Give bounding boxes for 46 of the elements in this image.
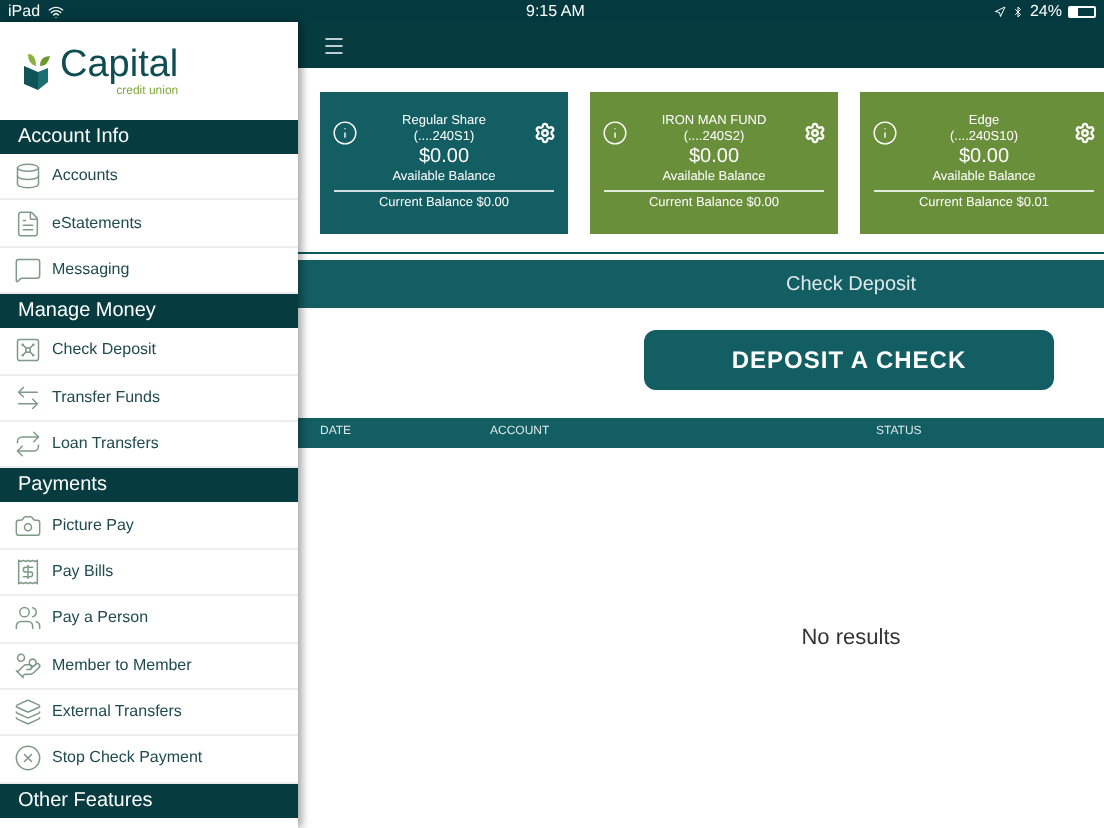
battery-percent: 24% [1029, 0, 1062, 23]
device-name: iPad [8, 0, 41, 23]
info-icon[interactable] [602, 120, 628, 146]
exchange-icon [14, 383, 42, 412]
circle-x-icon [14, 744, 42, 773]
settings-icon[interactable] [804, 122, 826, 144]
menu-item[interactable]: eStatements [0, 200, 298, 248]
bluetooth-icon [1011, 5, 1024, 17]
document-icon [14, 209, 42, 238]
battery-icon [1068, 5, 1096, 17]
menu-item[interactable]: External Transfers [0, 689, 298, 737]
section-header: Manage Money [0, 294, 298, 329]
hand-coin-icon [14, 651, 42, 680]
chat-icon [14, 255, 42, 284]
empty-message: No results [801, 623, 901, 654]
menu-item[interactable]: Check Deposit [0, 328, 298, 376]
camera-icon [14, 511, 42, 540]
settings-icon[interactable] [1074, 122, 1096, 144]
menu-item[interactable]: Member to Member [0, 643, 298, 690]
available-balance: $0.00 [418, 146, 470, 170]
menu-item[interactable]: Accounts [0, 154, 298, 201]
available-balance: $0.00 [958, 146, 1010, 170]
menu-item[interactable]: Transfer Funds [0, 375, 298, 422]
section-header: Account Info [0, 120, 298, 154]
menu-icon[interactable] [322, 33, 346, 57]
menu-item[interactable]: Pay Bills [0, 549, 298, 597]
deposit-button[interactable]: DEPOSIT A CHECK [644, 330, 1054, 390]
wifi-icon [48, 3, 65, 19]
available-balance: $0.00 [688, 146, 740, 170]
info-icon[interactable] [332, 120, 358, 146]
logo-icon [20, 49, 56, 93]
menu-item[interactable]: Pay a Person [0, 596, 298, 644]
logo-wordmark: Capital [60, 45, 179, 85]
menu-item[interactable]: Picture Pay [0, 502, 298, 550]
location-icon [993, 5, 1006, 17]
section-header: Payments [0, 468, 298, 503]
settings-icon[interactable] [534, 122, 556, 144]
stack-icon [14, 698, 42, 727]
section-header: Other Features [0, 783, 298, 818]
receipt-icon [14, 557, 42, 586]
safe-icon [14, 336, 42, 365]
arrows-icon [14, 430, 42, 459]
section-title-bar: Check Deposit [298, 260, 1104, 308]
info-icon[interactable] [872, 120, 898, 146]
clock: 9:15 AM [526, 0, 585, 23]
people-icon [14, 604, 42, 633]
